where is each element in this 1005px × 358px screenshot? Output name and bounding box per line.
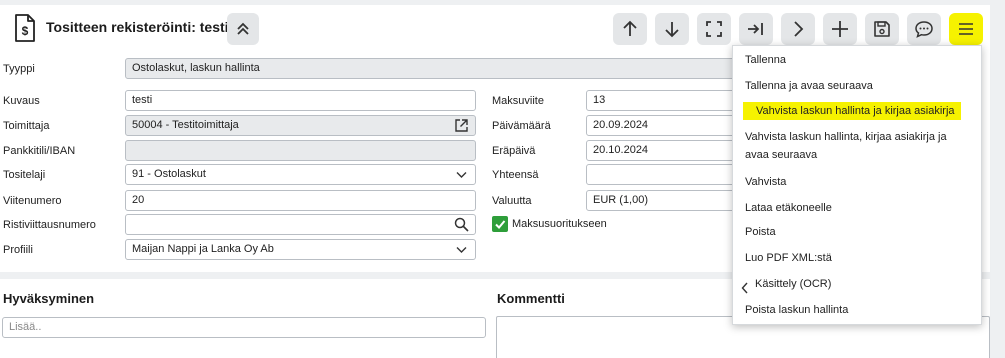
next-button[interactable]: [655, 13, 689, 45]
menu-item-poista[interactable]: Poista: [745, 223, 776, 241]
arrow-down-icon: [665, 22, 679, 38]
menu-button[interactable]: [949, 13, 983, 45]
viitenumero-input[interactable]: 20: [125, 190, 476, 211]
erapaiva-input[interactable]: 20.10.2024: [586, 140, 746, 161]
document-dollar-icon: $: [15, 14, 35, 42]
valuutta-label: Valuutta: [492, 195, 532, 207]
skip-to-end-button[interactable]: [739, 13, 773, 45]
tositelaji-label: Tositelaji: [3, 169, 46, 181]
page-title: Tositteen rekisteröinti: testi: [46, 19, 229, 35]
fullscreen-button[interactable]: [697, 13, 731, 45]
menu-item-poista-laskun-hallinta[interactable]: Poista laskun hallinta: [745, 301, 848, 319]
comment-title: Kommentti: [497, 291, 565, 306]
tositelaji-value: 91 - Ostolaskut: [132, 168, 206, 180]
chevron-right-icon: [794, 21, 804, 37]
toimittaja-field[interactable]: 50004 - Testitoimittaja: [125, 115, 476, 136]
menu-item-tallenna-ja-avaa-seuraava[interactable]: Tallenna ja avaa seuraava: [745, 77, 873, 95]
plus-icon: [832, 21, 848, 37]
menu-item-vahvista[interactable]: Vahvista: [745, 173, 786, 191]
maksusuoritus-label: Maksusuoritukseen: [512, 218, 607, 230]
add-button[interactable]: [823, 13, 857, 45]
skip-to-end-icon: [748, 23, 763, 35]
menu-item-kasittely-ocr[interactable]: Käsittely (OCR): [755, 275, 831, 293]
tyyppi-field: Ostolaskut, laskun hallinta: [125, 58, 745, 79]
profiili-label: Profiili: [3, 244, 33, 256]
kuvaus-label: Kuvaus: [3, 95, 40, 107]
iban-field: [125, 140, 476, 161]
profiili-value: Maijan Nappi ja Lanka Oy Ab: [132, 243, 274, 255]
tyyppi-label: Tyyppi: [3, 63, 35, 75]
menu-item-tallenna[interactable]: Tallenna: [745, 51, 786, 69]
previous-button[interactable]: [613, 13, 647, 45]
menu-item-vahvista-kirjaa-ja-avaa-seuraava[interactable]: Vahvista laskun hallinta, kirjaa asiakir…: [745, 128, 965, 164]
maksuviite-label: Maksuviite: [492, 95, 544, 107]
erapaiva-label: Eräpäivä: [492, 145, 536, 157]
toimittaja-label: Toimittaja: [3, 120, 50, 132]
paivamaara-label: Päivämäärä: [492, 120, 551, 132]
ristiviite-input[interactable]: [125, 214, 476, 235]
yhteensa-input[interactable]: [586, 164, 746, 185]
external-link-icon[interactable]: [454, 118, 469, 133]
search-icon[interactable]: [454, 217, 469, 232]
save-button[interactable]: [865, 13, 899, 45]
valuutta-select[interactable]: EUR (1,00): [586, 190, 746, 211]
maksusuoritus-checkbox[interactable]: [492, 216, 508, 232]
fullscreen-icon: [706, 21, 722, 37]
hamburger-menu-icon: [959, 23, 973, 35]
save-icon: [874, 21, 890, 37]
svg-text:$: $: [22, 24, 29, 38]
comment-icon: [915, 21, 933, 38]
kuvaus-input[interactable]: testi: [125, 90, 476, 111]
yhteensa-label: Yhteensä: [492, 169, 539, 181]
approval-add-input[interactable]: Lisää..: [2, 317, 486, 338]
arrow-up-icon: [623, 20, 637, 36]
menu-item-luo-pdf-xml[interactable]: Luo PDF XML:stä: [745, 249, 832, 267]
paivamaara-input[interactable]: 20.09.2024: [586, 115, 746, 136]
chevron-left-icon: [741, 282, 748, 294]
checkmark-icon: [495, 220, 506, 229]
chevron-down-icon: [456, 172, 467, 178]
iban-label: Pankkitili/IBAN: [3, 145, 76, 157]
tositelaji-select[interactable]: 91 - Ostolaskut: [125, 164, 476, 185]
menu-item-vahvista-ja-kirjaa[interactable]: Vahvista laskun hallinta ja kirjaa asiak…: [743, 102, 961, 120]
chevron-down-icon: [456, 247, 467, 253]
collapse-button[interactable]: [227, 13, 259, 45]
toimittaja-value: 50004 - Testitoimittaja: [132, 119, 239, 131]
ristiviite-label: Ristiviittausnumero: [3, 219, 96, 231]
profiili-select[interactable]: Maijan Nappi ja Lanka Oy Ab: [125, 239, 476, 260]
double-chevron-up-icon: [237, 22, 249, 35]
actions-menu: Tallenna Tallenna ja avaa seuraava Vahvi…: [732, 45, 982, 325]
viitenumero-label: Viitenumero: [3, 195, 62, 207]
forward-button[interactable]: [781, 13, 815, 45]
comment-button[interactable]: [907, 13, 941, 45]
approval-title: Hyväksyminen: [3, 291, 95, 306]
maksuviite-input[interactable]: 13: [586, 90, 746, 111]
menu-item-lataa-etakoneelle[interactable]: Lataa etäkoneelle: [745, 199, 832, 217]
